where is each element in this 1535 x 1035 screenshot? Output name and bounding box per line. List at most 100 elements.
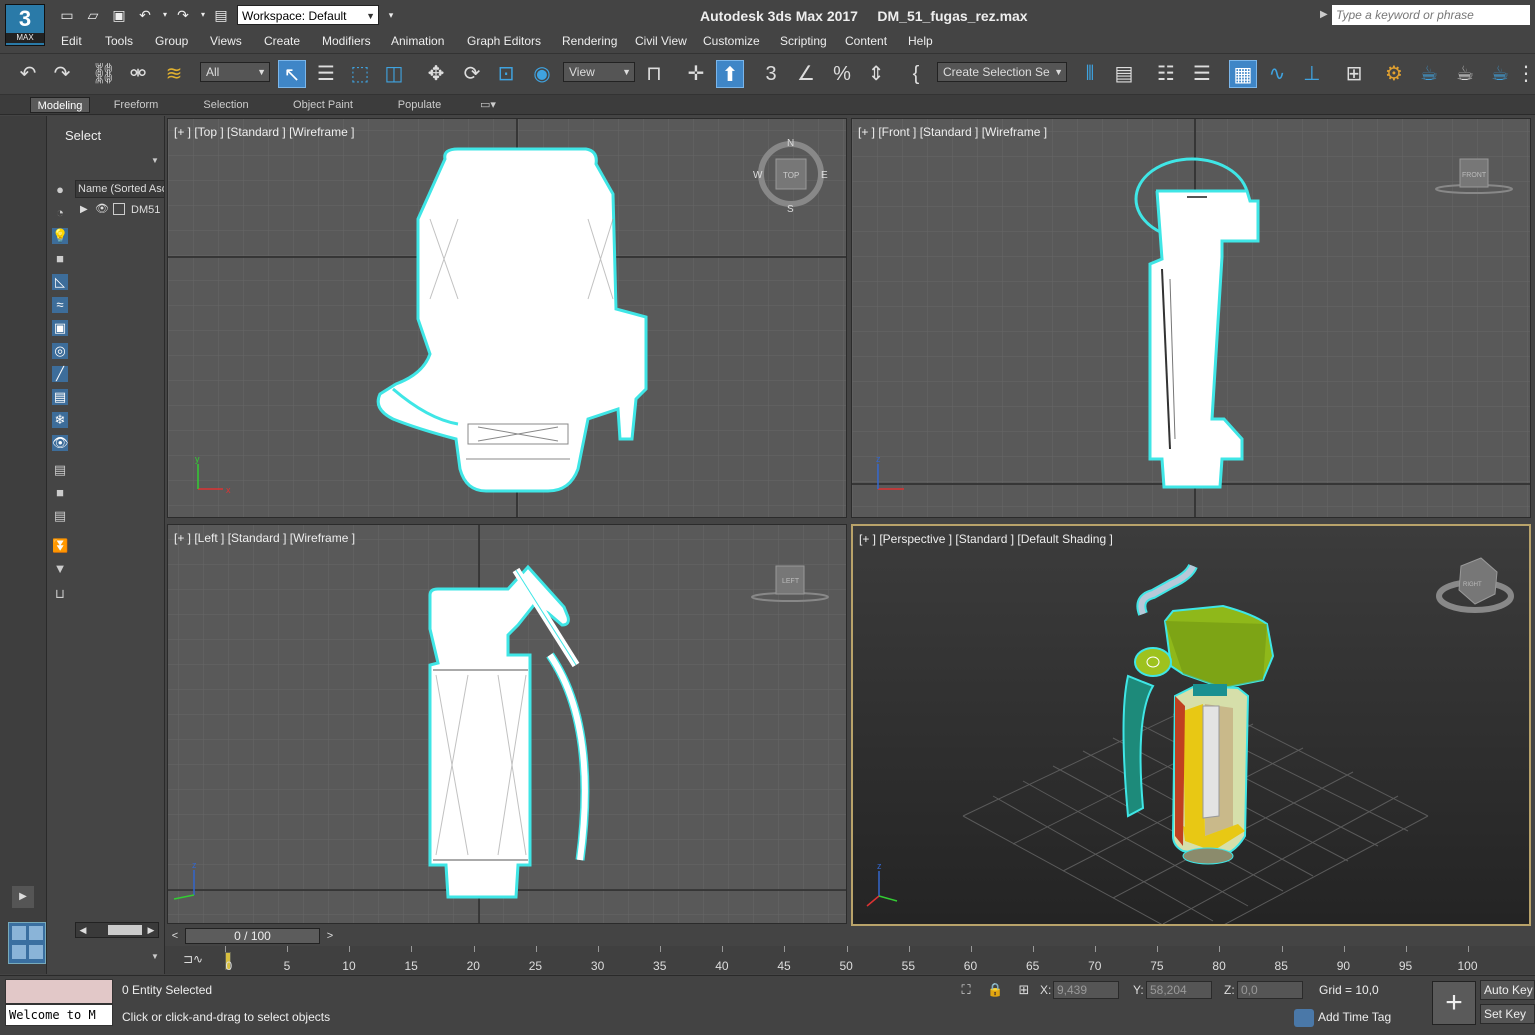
time-slider[interactable]: 0 / 100 <box>185 928 320 944</box>
window-crossing-icon[interactable]: ◫ <box>380 60 408 88</box>
render-setup-icon[interactable]: ⚙ <box>1380 60 1408 88</box>
set-key-button[interactable]: Set Key <box>1480 1004 1535 1024</box>
edit-named-selection-icon[interactable]: { <box>902 60 930 88</box>
place-icon[interactable]: ◉ <box>528 60 556 88</box>
save-file-icon[interactable]: ▣ <box>110 7 128 23</box>
viewport-left[interactable]: [+ ] [Left ] [Standard ] [Wireframe ] z <box>167 524 847 924</box>
named-selection-sets-dropdown[interactable]: Create Selection Se ▼ <box>937 62 1067 82</box>
menu-group[interactable]: Group <box>155 34 188 48</box>
ribbon-options-icon[interactable]: ▭▾ <box>474 97 502 113</box>
viewport-label-perspective[interactable]: [+ ] [Perspective ] [Standard ] [Default… <box>859 532 1113 546</box>
menu-help[interactable]: Help <box>908 34 933 48</box>
previous-frame-icon[interactable]: < <box>168 928 182 944</box>
auto-key-button[interactable]: Auto Key <box>1480 980 1535 1000</box>
add-time-tag-button[interactable]: Add Time Tag <box>1294 1009 1391 1027</box>
set-keys-plus-icon[interactable]: + <box>1432 981 1476 1025</box>
tab-modeling[interactable]: Modeling <box>30 97 90 113</box>
spinner-snap-icon[interactable]: ⇕ <box>862 60 890 88</box>
toggle-ribbon-icon[interactable]: ▦ <box>1229 60 1257 88</box>
pivot-center-icon[interactable]: ⊓ <box>640 60 668 88</box>
select-menu-label[interactable]: Select <box>65 128 101 143</box>
menu-civil-view[interactable]: Civil View <box>635 34 687 48</box>
customize-quick-access-icon[interactable]: ▾ <box>382 7 400 23</box>
y-coordinate-field[interactable]: 58,204 <box>1146 981 1212 999</box>
tab-selection[interactable]: Selection <box>196 97 256 113</box>
selection-filter-dropdown[interactable]: All ▼ <box>200 62 270 82</box>
chevron-down-icon[interactable]: ▼ <box>151 156 159 165</box>
select-manipulate-icon[interactable]: ✛ <box>682 60 710 88</box>
scrollbar-thumb[interactable] <box>108 925 142 935</box>
explorer-horizontal-scrollbar[interactable]: ◀ ▶ <box>75 922 159 938</box>
mirror-icon[interactable]: ⫴ <box>1076 60 1104 88</box>
layer-manager-icon[interactable]: ⊔ <box>52 586 68 602</box>
toolbar-overflow-icon[interactable]: ⋮ <box>1516 60 1535 88</box>
link-icon[interactable]: ⛓ <box>90 60 118 88</box>
move-icon[interactable]: ✥ <box>422 60 450 88</box>
display-containers-icon[interactable]: ▤ <box>52 389 68 405</box>
maxscript-input[interactable]: Welcome to M <box>5 1004 113 1026</box>
scale-icon[interactable]: ⊡ <box>492 60 520 88</box>
viewport-front[interactable]: [+ ] [Front ] [Standard ] [Wireframe ] z… <box>851 118 1531 518</box>
schematic-view-icon[interactable]: ⊥ <box>1298 60 1326 88</box>
display-cameras-icon[interactable]: ■ <box>52 251 68 267</box>
track-bar[interactable]: ⊐∿ 0 5 10 15 20 25 30 35 40 45 50 55 60 65 70 75 80 85 90 9… <box>165 946 1535 974</box>
rectangular-selection-icon[interactable]: ⬚ <box>346 60 374 88</box>
viewport-label-front[interactable]: [+ ] [Front ] [Standard ] [Wireframe ] <box>858 125 1047 139</box>
scroll-left-icon[interactable]: ◀ <box>76 923 90 937</box>
layer-explorer-icon[interactable]: ☰ <box>1188 60 1216 88</box>
curve-editor-toggle-icon[interactable]: ⊐∿ <box>183 952 203 966</box>
menu-modifiers[interactable]: Modifiers <box>322 34 371 48</box>
visibility-eye-icon[interactable]: 👁 <box>95 202 109 215</box>
search-input[interactable]: Type a keyword or phrase <box>1332 5 1530 25</box>
menu-rendering[interactable]: Rendering <box>562 34 617 48</box>
next-frame-icon[interactable]: > <box>323 928 337 944</box>
display-influences-icon[interactable]: ■ <box>52 485 68 501</box>
keyboard-shortcut-override-icon[interactable]: ⬆ <box>716 60 744 88</box>
z-coordinate-field[interactable]: 0,0 <box>1237 981 1303 999</box>
menu-edit[interactable]: Edit <box>61 34 82 48</box>
filter-funnel-icon[interactable]: ⏬ <box>52 538 68 554</box>
display-bones-icon[interactable]: ╱ <box>52 366 68 382</box>
display-none-icon[interactable]: ● <box>52 182 68 198</box>
expand-arrow-icon[interactable]: ▶ <box>80 204 88 215</box>
select-object-icon[interactable]: ↖ <box>278 60 306 88</box>
render-in-cloud-icon[interactable]: ☕ <box>1486 60 1514 88</box>
viewport-layout-button[interactable] <box>8 922 46 964</box>
rendered-frame-window-icon[interactable]: ☕ <box>1415 60 1443 88</box>
undo-icon[interactable]: ↶ <box>136 7 154 23</box>
new-file-icon[interactable]: ▭ <box>58 7 76 23</box>
viewport-top[interactable]: [+ ] [Top ] [Standard ] [Wireframe ] x y… <box>167 118 847 518</box>
redo-icon[interactable]: ↷ <box>174 7 192 23</box>
select-by-name-icon[interactable]: ☰ <box>312 60 340 88</box>
reference-coordinate-dropdown[interactable]: View ▼ <box>563 62 635 82</box>
selection-lock-icon[interactable]: 🔒 <box>987 982 1003 998</box>
expand-layout-tab-icon[interactable]: ▶ <box>12 886 34 908</box>
menu-scripting[interactable]: Scripting <box>780 34 827 48</box>
viewport-label-top[interactable]: [+ ] [Top ] [Standard ] [Wireframe ] <box>174 125 354 139</box>
display-frozen-icon[interactable]: ❄ <box>52 412 68 428</box>
x-coordinate-field[interactable]: 9,439 <box>1053 981 1119 999</box>
display-helpers-icon[interactable]: ◺ <box>52 274 68 290</box>
absolute-offset-toggle-icon[interactable]: ⊞ <box>1016 982 1032 998</box>
search-expand-icon[interactable]: ▶ <box>1320 9 1328 20</box>
display-hidden-icon[interactable]: 👁 <box>52 435 69 451</box>
align-icon[interactable]: ▤ <box>1110 60 1138 88</box>
display-xrefs-icon[interactable]: ◎ <box>52 343 68 359</box>
bind-space-warp-icon[interactable]: ≋ <box>160 60 188 88</box>
maxscript-listener[interactable]: Welcome to M <box>5 979 113 1031</box>
redo-icon[interactable]: ↷ <box>48 60 76 88</box>
menu-tools[interactable]: Tools <box>105 34 133 48</box>
open-file-icon[interactable]: ▱ <box>84 7 102 23</box>
project-folder-icon[interactable]: ▤ <box>212 7 230 23</box>
display-dependents-icon[interactable]: ▤ <box>52 508 68 524</box>
viewport-perspective[interactable]: [+ ] [Perspective ] [Standard ] [Default… <box>851 524 1531 926</box>
angle-snap-icon[interactable]: ∠ <box>792 60 820 88</box>
tab-object-paint[interactable]: Object Paint <box>288 97 358 113</box>
display-space-warps-icon[interactable]: ≈ <box>52 297 68 313</box>
menu-views[interactable]: Views <box>210 34 242 48</box>
display-groups-icon[interactable]: ▣ <box>52 320 68 336</box>
tab-freeform[interactable]: Freeform <box>106 97 166 113</box>
snaps-toggle-icon[interactable]: 3 <box>757 60 785 88</box>
app-logo-button[interactable]: 3 MAX <box>5 4 45 46</box>
curve-editor-icon[interactable]: ∿ <box>1263 60 1291 88</box>
